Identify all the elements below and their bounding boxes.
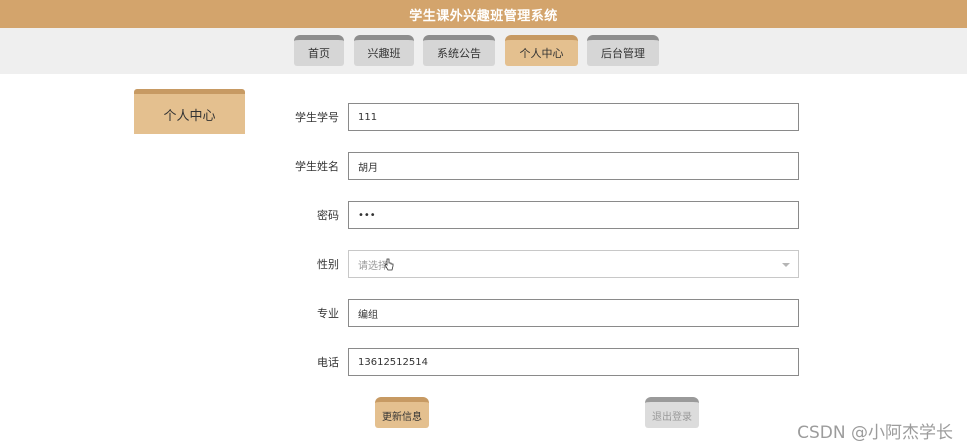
tab-admin-label: 后台管理	[601, 47, 645, 60]
major-input[interactable]: 编组	[348, 299, 799, 327]
phone-row: 电话 13612512514	[270, 348, 810, 376]
sidebar-item-personal-center[interactable]: 个人中心	[134, 89, 245, 134]
tab-admin[interactable]: 后台管理	[587, 35, 659, 66]
update-info-label: 更新信息	[382, 411, 422, 423]
student-id-row: 学生学号 111	[270, 103, 810, 131]
tab-interest-class[interactable]: 兴趣班	[354, 35, 414, 66]
major-value: 编组	[358, 309, 378, 321]
logout-label: 退出登录	[652, 411, 692, 423]
major-row: 专业 编组	[270, 299, 810, 327]
student-name-value: 胡月	[358, 162, 378, 174]
chevron-down-icon	[782, 263, 790, 267]
gender-row: 性别 请选择	[270, 250, 810, 278]
student-name-label: 学生姓名	[295, 160, 339, 173]
password-row: 密码 •••	[270, 201, 810, 229]
nav-bar: 首页 兴趣班 系统公告 个人中心 后台管理	[0, 28, 967, 74]
phone-label: 电话	[317, 356, 339, 369]
tab-personal-center[interactable]: 个人中心	[505, 35, 578, 66]
tab-home-label: 首页	[308, 47, 330, 60]
tab-home[interactable]: 首页	[294, 35, 344, 66]
gender-label: 性别	[317, 258, 339, 271]
watermark: CSDN @小阿杰学长	[797, 423, 953, 443]
phone-value: 13612512514	[358, 356, 428, 368]
password-value: •••	[358, 209, 376, 221]
major-label: 专业	[317, 307, 339, 320]
student-id-input[interactable]: 111	[348, 103, 799, 131]
update-info-button[interactable]: 更新信息	[375, 397, 429, 428]
header-bar: 学生课外兴趣班管理系统	[0, 0, 967, 28]
student-name-row: 学生姓名 胡月	[270, 152, 810, 180]
hand-cursor-icon	[384, 258, 394, 271]
sidebar-item-label: 个人中心	[163, 108, 216, 124]
logout-button[interactable]: 退出登录	[645, 397, 699, 428]
tab-interest-class-label: 兴趣班	[367, 47, 401, 60]
tab-announcements[interactable]: 系统公告	[423, 35, 495, 66]
phone-input[interactable]: 13612512514	[348, 348, 799, 376]
password-label: 密码	[317, 209, 339, 222]
student-id-label: 学生学号	[295, 111, 339, 124]
tab-announcements-label: 系统公告	[437, 47, 481, 60]
tab-personal-center-label: 个人中心	[519, 47, 564, 60]
student-id-value: 111	[358, 111, 378, 123]
student-name-input[interactable]: 胡月	[348, 152, 799, 180]
password-input[interactable]: •••	[348, 201, 799, 229]
gender-select[interactable]: 请选择	[348, 250, 799, 278]
app-title: 学生课外兴趣班管理系统	[409, 8, 558, 24]
